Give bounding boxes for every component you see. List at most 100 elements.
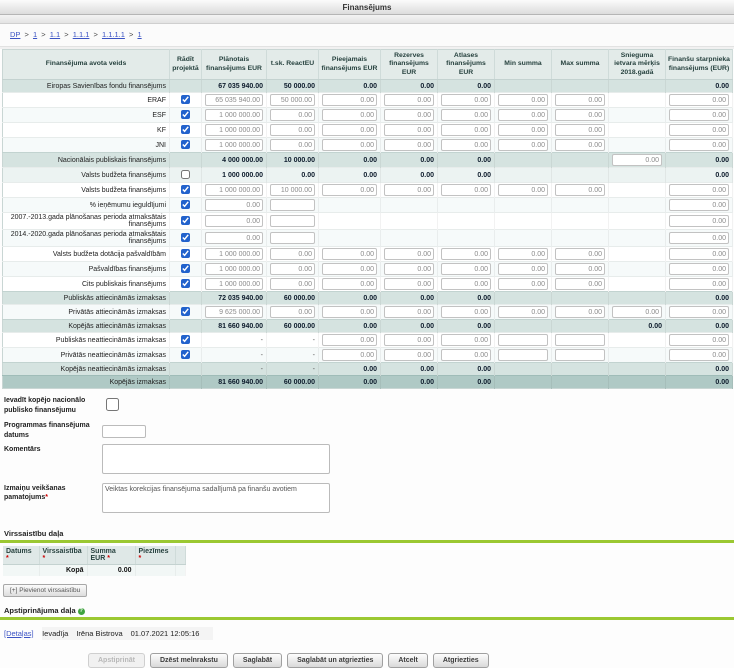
show-in-project-checkbox[interactable] (181, 233, 190, 242)
amount-input[interactable] (441, 263, 491, 275)
show-in-project-checkbox[interactable] (181, 350, 190, 359)
amount-input[interactable] (441, 334, 491, 346)
show-in-project-cell[interactable] (170, 262, 202, 277)
amount-input[interactable] (205, 248, 263, 260)
amount-input[interactable] (555, 109, 605, 121)
amount-input[interactable] (555, 94, 605, 106)
breadcrumb-link[interactable]: 1.1.1 (73, 30, 90, 39)
amount-input[interactable] (384, 306, 434, 318)
dzest-melnrakstu-button[interactable]: Dzēst melnrakstu (150, 653, 228, 668)
amount-input[interactable] (555, 334, 605, 346)
amount-input[interactable] (322, 139, 377, 151)
amount-input[interactable] (498, 139, 548, 151)
show-in-project-checkbox[interactable] (181, 170, 190, 179)
amount-input[interactable] (669, 139, 729, 151)
amount-input[interactable] (270, 215, 315, 227)
show-in-project-cell[interactable] (170, 108, 202, 123)
amount-input[interactable] (441, 139, 491, 151)
amount-input[interactable] (322, 263, 377, 275)
amount-input[interactable] (205, 215, 263, 227)
amount-input[interactable] (205, 232, 263, 244)
amount-input[interactable] (441, 124, 491, 136)
show-in-project-cell[interactable] (170, 93, 202, 108)
amount-input[interactable] (669, 94, 729, 106)
amount-input[interactable] (384, 263, 434, 275)
show-in-project-checkbox[interactable] (181, 185, 190, 194)
amount-input[interactable] (498, 306, 548, 318)
breadcrumb-link[interactable]: 1.1.1.1 (102, 30, 125, 39)
show-in-project-checkbox[interactable] (181, 335, 190, 344)
amount-input[interactable] (441, 349, 491, 361)
amount-input[interactable] (555, 263, 605, 275)
amount-input[interactable] (384, 278, 434, 290)
amount-input[interactable] (441, 109, 491, 121)
show-in-project-checkbox[interactable] (181, 95, 190, 104)
amount-input[interactable] (441, 248, 491, 260)
amount-input[interactable] (555, 306, 605, 318)
amount-input[interactable] (498, 109, 548, 121)
atcelt-button[interactable]: Atcelt (388, 653, 427, 668)
show-in-project-cell[interactable] (170, 348, 202, 363)
amount-input[interactable] (384, 109, 434, 121)
show-in-project-cell[interactable] (170, 305, 202, 320)
amount-input[interactable] (498, 184, 548, 196)
show-in-project-cell[interactable] (170, 230, 202, 247)
amount-input[interactable] (384, 248, 434, 260)
breadcrumb-link[interactable]: 1 (137, 30, 141, 39)
amount-input[interactable] (270, 278, 315, 290)
amount-input[interactable] (555, 184, 605, 196)
amount-input[interactable] (384, 334, 434, 346)
show-in-project-cell[interactable] (170, 333, 202, 348)
amount-input[interactable] (205, 199, 263, 211)
amount-input[interactable] (555, 124, 605, 136)
show-in-project-cell[interactable] (170, 183, 202, 198)
national-funding-checkbox[interactable] (106, 398, 119, 411)
amount-input[interactable] (498, 94, 548, 106)
saglabat-un-atgriezties-button[interactable]: Saglabāt un atgriezties (287, 653, 383, 668)
amount-input[interactable] (555, 248, 605, 260)
amount-input[interactable] (498, 334, 548, 346)
amount-input[interactable] (669, 232, 729, 244)
amount-input[interactable] (322, 334, 377, 346)
amount-input[interactable] (612, 154, 662, 166)
amount-input[interactable] (322, 124, 377, 136)
show-in-project-checkbox[interactable] (181, 249, 190, 258)
amount-input[interactable] (384, 349, 434, 361)
amount-input[interactable] (270, 184, 315, 196)
amount-input[interactable] (384, 94, 434, 106)
comment-textarea[interactable] (102, 444, 330, 474)
amount-input[interactable] (205, 94, 263, 106)
amount-input[interactable] (322, 349, 377, 361)
amount-input[interactable] (270, 199, 315, 211)
amount-input[interactable] (205, 184, 263, 196)
amount-input[interactable] (205, 306, 263, 318)
amount-input[interactable] (498, 349, 548, 361)
amount-input[interactable] (555, 139, 605, 151)
amount-input[interactable] (270, 263, 315, 275)
saglabat-button[interactable]: Saglabāt (233, 653, 282, 668)
amount-input[interactable] (322, 184, 377, 196)
amount-input[interactable] (270, 232, 315, 244)
reason-textarea[interactable]: Veiktas korekcijas finansējuma sadalījum… (102, 483, 330, 513)
amount-input[interactable] (270, 94, 315, 106)
add-virssaistiba-button[interactable]: [+] Pievienot virssaistību (3, 584, 87, 597)
amount-input[interactable] (498, 278, 548, 290)
breadcrumb-link[interactable]: 1.1 (50, 30, 60, 39)
show-in-project-cell[interactable] (170, 198, 202, 213)
amount-input[interactable] (669, 306, 729, 318)
amount-input[interactable] (205, 109, 263, 121)
show-in-project-checkbox[interactable] (181, 200, 190, 209)
amount-input[interactable] (669, 278, 729, 290)
amount-input[interactable] (669, 184, 729, 196)
amount-input[interactable] (322, 278, 377, 290)
amount-input[interactable] (498, 124, 548, 136)
amount-input[interactable] (322, 94, 377, 106)
show-in-project-checkbox[interactable] (181, 264, 190, 273)
amount-input[interactable] (322, 306, 377, 318)
show-in-project-cell[interactable] (170, 138, 202, 153)
show-in-project-cell[interactable] (170, 168, 202, 183)
show-in-project-cell[interactable] (170, 213, 202, 230)
amount-input[interactable] (669, 334, 729, 346)
amount-input[interactable] (441, 278, 491, 290)
details-link[interactable]: [Detaļas] (4, 629, 34, 638)
